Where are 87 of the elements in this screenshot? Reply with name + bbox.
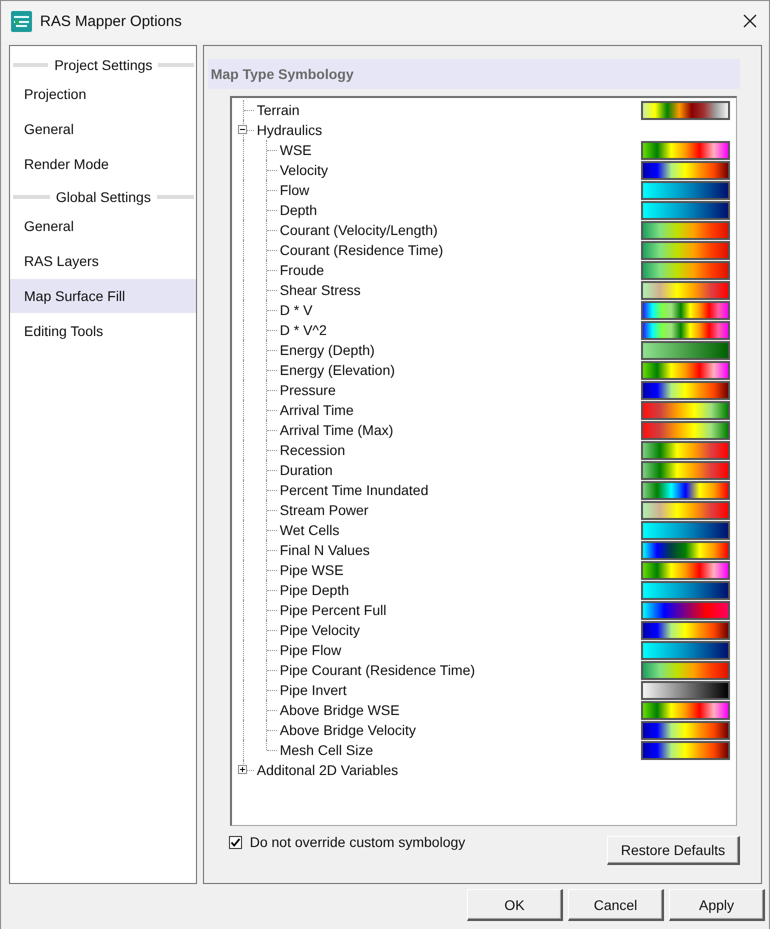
color-ramp[interactable] <box>641 380 730 400</box>
tree-item[interactable]: Hydraulics <box>256 122 732 138</box>
group-header: Global Settings <box>54 189 152 205</box>
tree-item[interactable]: Pipe Invert <box>280 682 641 698</box>
tree-item[interactable]: Duration <box>280 462 641 478</box>
color-ramp[interactable] <box>641 400 730 420</box>
tree-item[interactable]: Energy (Depth) <box>280 342 641 358</box>
tree-item[interactable]: Pipe Courant (Residence Time) <box>280 662 641 678</box>
tree-item[interactable]: Terrain <box>256 102 641 118</box>
tree-item[interactable]: Flow <box>280 182 641 198</box>
tree-item[interactable]: WSE <box>280 142 641 158</box>
color-ramp[interactable] <box>641 700 730 720</box>
color-ramp[interactable] <box>641 140 730 160</box>
color-ramp[interactable] <box>641 720 730 740</box>
color-ramp[interactable] <box>641 500 730 520</box>
tree-item[interactable]: Pipe Depth <box>280 582 641 598</box>
color-ramp[interactable] <box>641 640 730 660</box>
color-ramp[interactable] <box>641 240 730 260</box>
color-ramp[interactable] <box>641 360 730 380</box>
app-icon <box>11 10 32 32</box>
color-ramp[interactable] <box>641 320 730 340</box>
tree-item[interactable]: D * V^2 <box>280 322 641 338</box>
nav-item[interactable]: General <box>10 112 196 146</box>
expand-icon[interactable] <box>238 765 247 774</box>
color-ramp[interactable] <box>641 460 730 480</box>
tree-item[interactable]: Velocity <box>280 162 641 178</box>
tree-item[interactable]: Depth <box>280 202 641 218</box>
section-header: Map Type Symbology <box>208 59 740 89</box>
ok-button[interactable]: OK <box>467 889 563 921</box>
tree-item[interactable]: Above Bridge Velocity <box>280 722 641 738</box>
tree-item[interactable]: Percent Time Inundated <box>280 482 641 498</box>
color-ramp[interactable] <box>641 480 730 500</box>
cancel-button[interactable]: Cancel <box>568 889 664 921</box>
nav-item[interactable]: Projection <box>10 77 196 111</box>
tree-item[interactable]: Froude <box>280 262 641 278</box>
color-ramp[interactable] <box>641 180 730 200</box>
color-ramp[interactable] <box>641 580 730 600</box>
tree-item[interactable]: Stream Power <box>280 502 641 518</box>
nav-item[interactable]: RAS Layers <box>10 244 196 278</box>
tree-item[interactable]: Courant (Residence Time) <box>280 242 641 258</box>
tree-item[interactable]: Pressure <box>280 382 641 398</box>
tree-item[interactable]: Arrival Time <box>280 402 641 418</box>
tree-item[interactable]: Energy (Elevation) <box>280 362 641 378</box>
tree-item[interactable]: Recession <box>280 442 641 458</box>
color-ramp[interactable] <box>641 300 730 320</box>
color-ramp[interactable] <box>641 620 730 640</box>
color-ramp[interactable] <box>641 440 730 460</box>
nav-item[interactable]: Editing Tools <box>10 314 196 348</box>
collapse-icon[interactable] <box>238 125 247 134</box>
color-ramp[interactable] <box>641 560 730 580</box>
tree-item[interactable]: Shear Stress <box>280 282 641 298</box>
nav-item[interactable]: Render Mode <box>10 147 196 181</box>
color-ramp[interactable] <box>641 200 730 220</box>
checkbox[interactable] <box>228 836 242 848</box>
checkbox-label[interactable]: Do not override custom symbology <box>250 834 466 850</box>
color-ramp[interactable] <box>641 680 730 700</box>
tree-item[interactable]: Pipe WSE <box>280 562 641 578</box>
apply-button[interactable]: Apply <box>669 889 765 921</box>
color-ramp[interactable] <box>641 600 730 620</box>
tree-item[interactable]: Pipe Velocity <box>280 622 641 638</box>
color-ramp[interactable] <box>641 740 730 760</box>
tree-item[interactable]: D * V <box>280 302 641 318</box>
tree-item[interactable]: Final N Values <box>280 542 641 558</box>
tree-item[interactable]: Mesh Cell Size <box>280 742 641 758</box>
nav-item[interactable]: Map Surface Fill <box>10 279 196 313</box>
tree-item[interactable]: Pipe Flow <box>280 642 641 658</box>
color-ramp[interactable] <box>641 520 730 540</box>
color-ramp[interactable] <box>641 340 730 360</box>
window-title: RAS Mapper Options <box>40 12 183 30</box>
tree-item[interactable]: Above Bridge WSE <box>280 702 641 718</box>
tree-item[interactable]: Wet Cells <box>280 522 641 538</box>
color-ramp[interactable] <box>641 160 730 180</box>
color-ramp[interactable] <box>641 540 730 560</box>
color-ramp[interactable] <box>641 100 730 120</box>
restore-defaults-button[interactable]: Restore Defaults <box>607 836 740 865</box>
tree-item[interactable]: Courant (Velocity/Length) <box>280 222 641 238</box>
tree-item[interactable]: Pipe Percent Full <box>280 602 641 618</box>
color-ramp[interactable] <box>641 660 730 680</box>
tree-item[interactable]: Additonal 2D Variables <box>256 762 732 778</box>
color-ramp[interactable] <box>641 220 730 240</box>
close-icon[interactable] <box>743 14 757 28</box>
tree-item[interactable]: Arrival Time (Max) <box>280 422 641 438</box>
color-ramp[interactable] <box>641 260 730 280</box>
nav-item[interactable]: General <box>10 209 196 243</box>
group-header: Project Settings <box>53 57 154 73</box>
color-ramp[interactable] <box>641 420 730 440</box>
color-ramp[interactable] <box>641 280 730 300</box>
